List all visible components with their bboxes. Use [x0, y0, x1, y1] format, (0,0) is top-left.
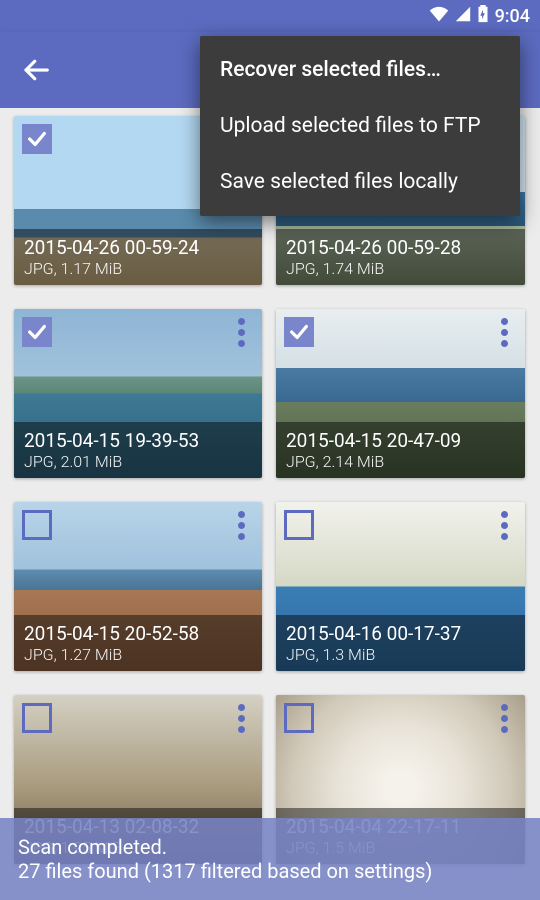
snackbar-line2: 27 files found (1317 filtered based on s…	[18, 859, 522, 883]
photo-meta: JPG, 1.27 MiB	[24, 645, 252, 664]
photo-meta: JPG, 2.14 MiB	[286, 452, 515, 471]
photo-caption: 2015-04-15 20-47-09JPG, 2.14 MiB	[276, 422, 525, 478]
selection-checkbox[interactable]	[284, 317, 314, 347]
photo-filename: 2015-04-15 19-39-53	[24, 429, 252, 452]
photo-caption: 2015-04-26 00-59-28JPG, 1.74 MiB	[276, 229, 525, 285]
overflow-menu: Recover selected files… Upload selected …	[200, 36, 520, 216]
wifi-icon	[429, 6, 449, 27]
snackbar-line1: Scan completed.	[18, 835, 522, 859]
photo-tile[interactable]: 2015-04-15 20-52-58JPG, 1.27 MiB	[14, 502, 262, 671]
content-area: 2015-04-26 00-59-24JPG, 1.17 MiB2015-04-…	[0, 108, 540, 900]
overflow-icon[interactable]	[489, 315, 519, 349]
photo-filename: 2015-04-26 00-59-28	[286, 236, 515, 259]
clock-text: 9:04	[495, 6, 530, 27]
overflow-icon[interactable]	[489, 508, 519, 542]
menu-title: Recover selected files…	[200, 42, 520, 98]
overflow-icon[interactable]	[226, 315, 256, 349]
selection-checkbox[interactable]	[22, 124, 52, 154]
overflow-icon[interactable]	[226, 701, 256, 735]
photo-meta: JPG, 1.17 MiB	[24, 259, 252, 278]
battery-charging-icon	[477, 5, 489, 28]
photo-tile[interactable]: 2015-04-16 00-17-37JPG, 1.3 MiB	[276, 502, 525, 671]
photo-caption: 2015-04-15 19-39-53JPG, 2.01 MiB	[14, 422, 262, 478]
photo-tile[interactable]: 2015-04-15 20-47-09JPG, 2.14 MiB	[276, 309, 525, 478]
photo-meta: JPG, 1.74 MiB	[286, 259, 515, 278]
selection-checkbox[interactable]	[22, 317, 52, 347]
menu-item-save-locally[interactable]: Save selected files locally	[200, 154, 520, 210]
selection-checkbox[interactable]	[22, 703, 52, 733]
photo-meta: JPG, 1.3 MiB	[286, 645, 515, 664]
photo-caption: 2015-04-26 00-59-24JPG, 1.17 MiB	[14, 229, 262, 285]
selection-checkbox[interactable]	[284, 510, 314, 540]
back-button[interactable]	[16, 50, 56, 90]
overflow-icon[interactable]	[226, 508, 256, 542]
photo-filename: 2015-04-15 20-47-09	[286, 429, 515, 452]
photo-filename: 2015-04-26 00-59-24	[24, 236, 252, 259]
photo-filename: 2015-04-15 20-52-58	[24, 622, 252, 645]
cell-signal-icon	[455, 6, 471, 27]
overflow-icon[interactable]	[489, 701, 519, 735]
photo-tile[interactable]: 2015-04-15 19-39-53JPG, 2.01 MiB	[14, 309, 262, 478]
status-bar: 9:04	[0, 0, 540, 32]
snackbar: Scan completed. 27 files found (1317 fil…	[0, 818, 540, 900]
photo-filename: 2015-04-16 00-17-37	[286, 622, 515, 645]
photo-meta: JPG, 2.01 MiB	[24, 452, 252, 471]
photo-caption: 2015-04-15 20-52-58JPG, 1.27 MiB	[14, 615, 262, 671]
menu-item-upload-ftp[interactable]: Upload selected files to FTP	[200, 98, 520, 154]
photo-caption: 2015-04-16 00-17-37JPG, 1.3 MiB	[276, 615, 525, 671]
selection-checkbox[interactable]	[284, 703, 314, 733]
selection-checkbox[interactable]	[22, 510, 52, 540]
